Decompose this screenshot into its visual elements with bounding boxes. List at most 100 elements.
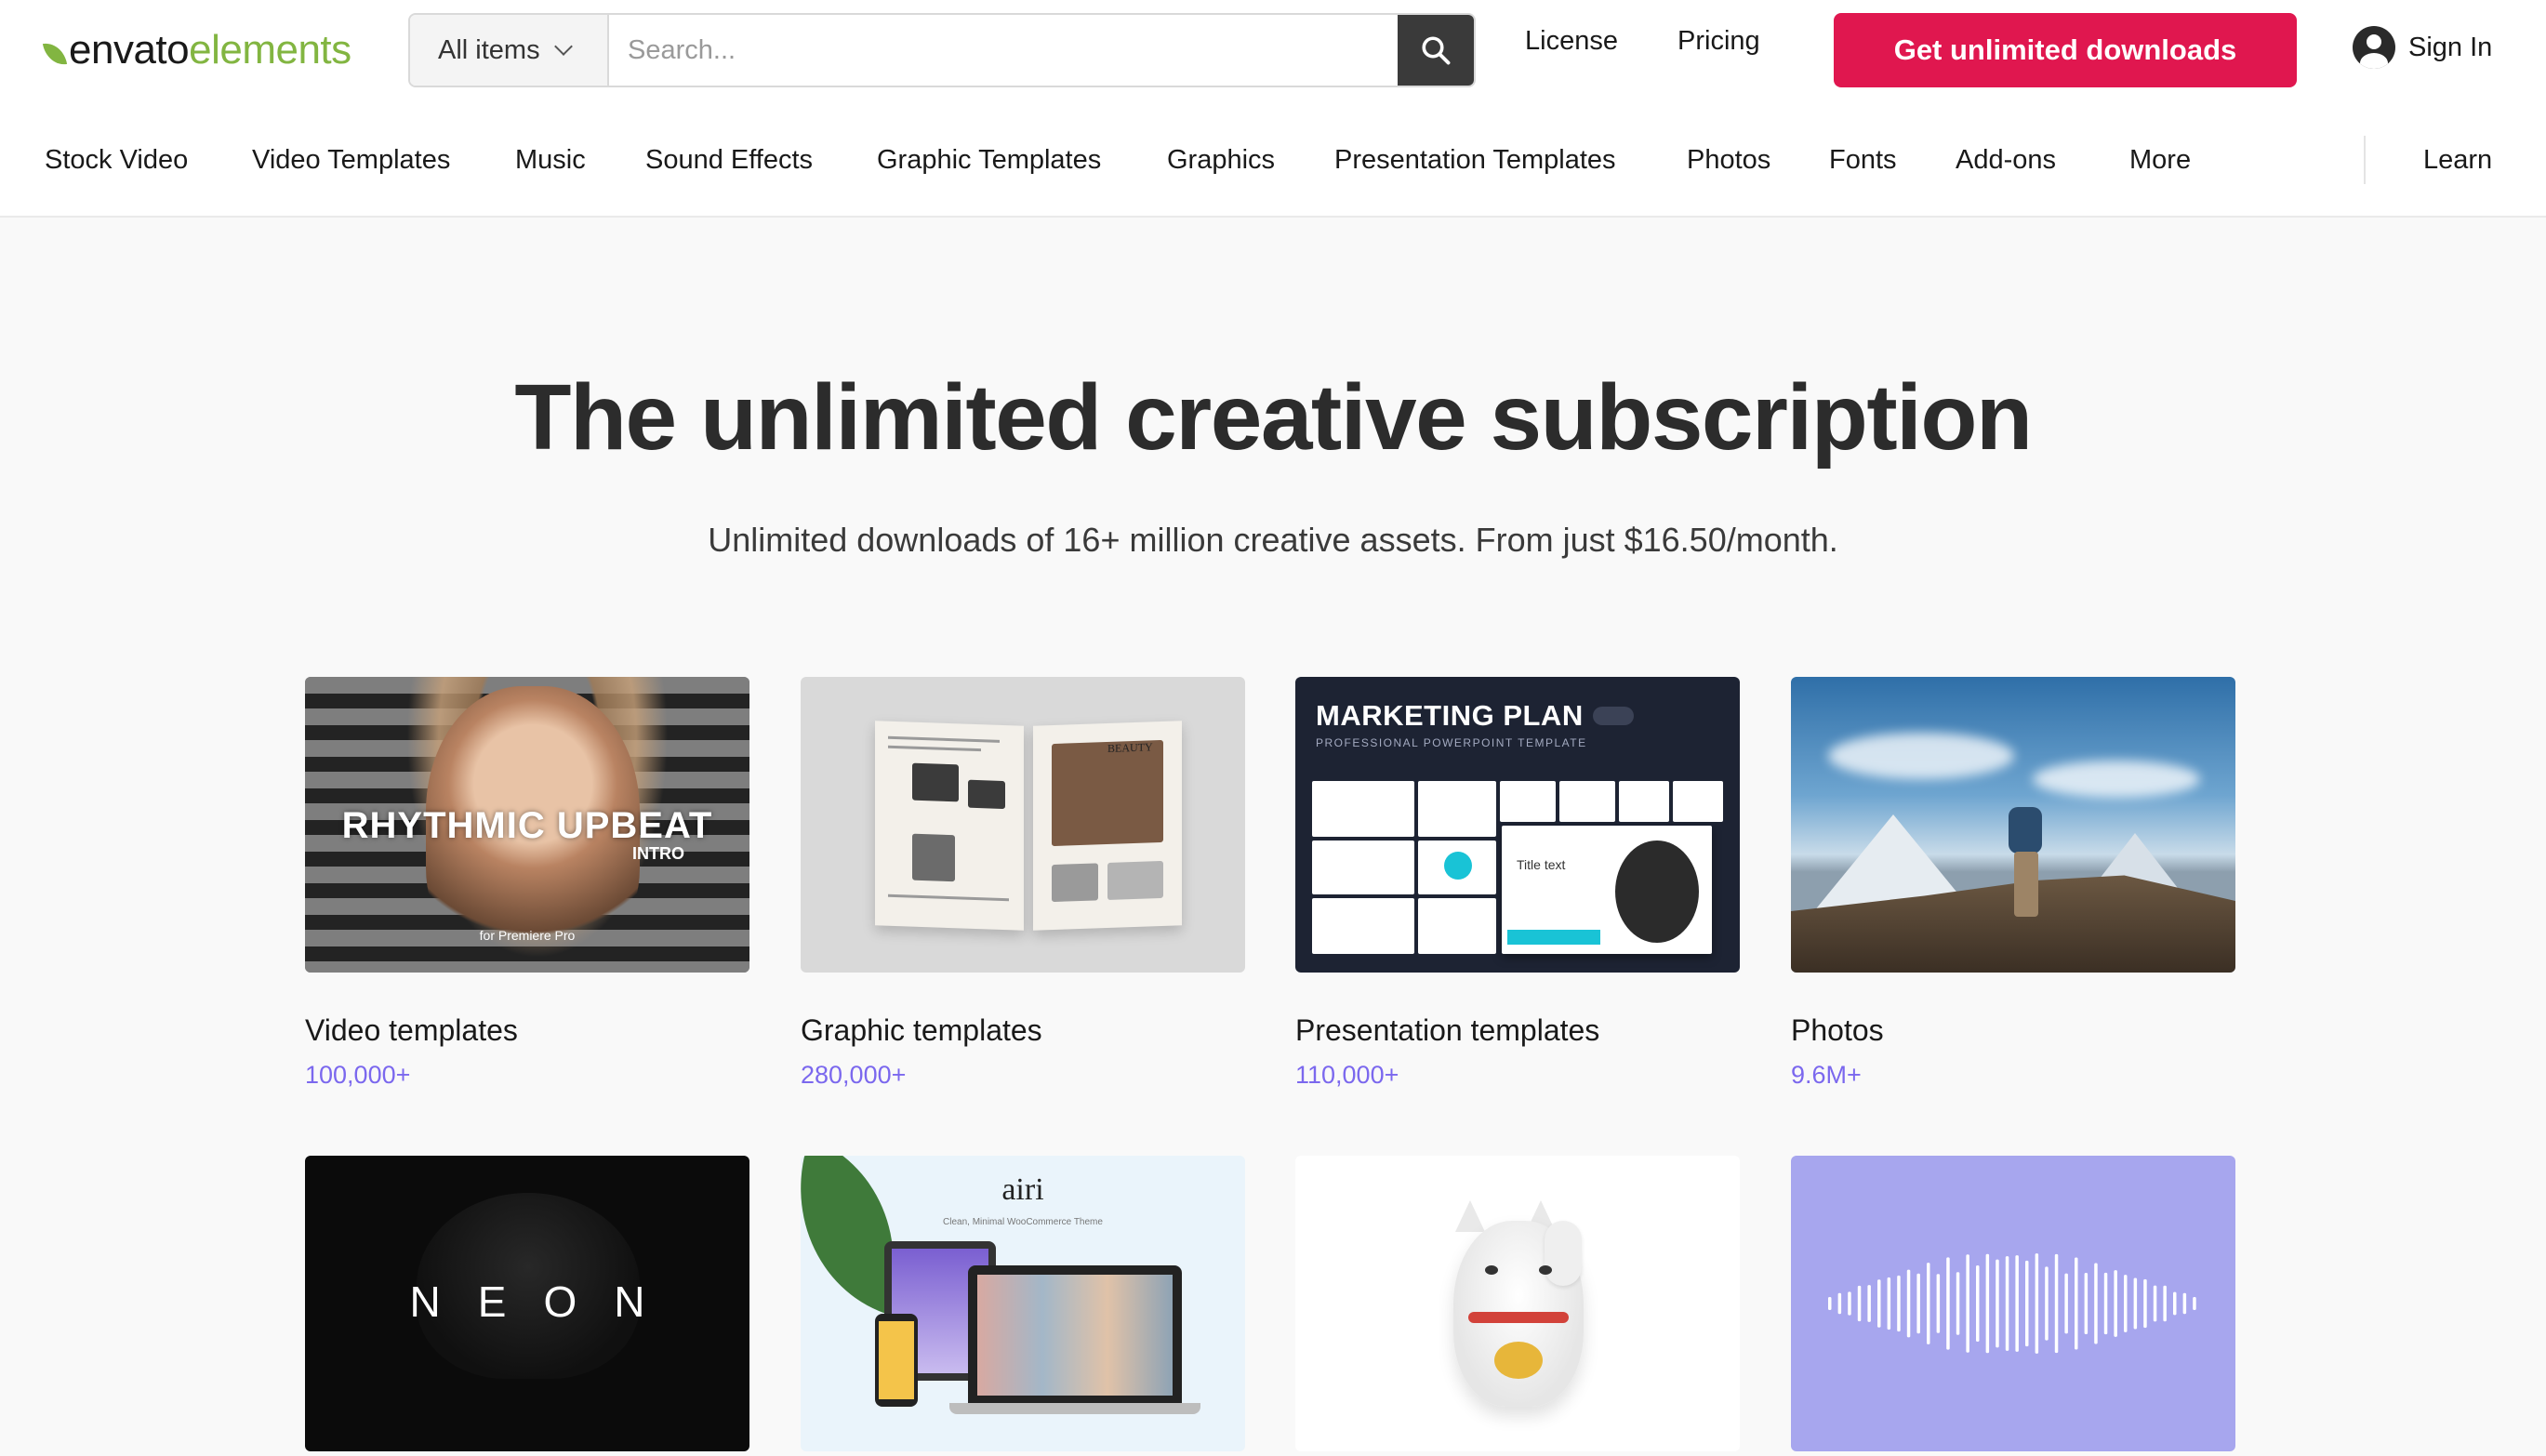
nav-add-ons[interactable]: Add-ons [1956,145,2056,176]
waveform-bar [1946,1257,1950,1350]
waveform-bar [2005,1256,2009,1351]
category-card-photos[interactable]: Photos 9.6M+ [1791,677,2235,1090]
waveform-bar [1956,1272,1960,1335]
card-title[interactable]: Presentation templates [1295,1013,1740,1048]
waveform-bar [2133,1277,2138,1330]
lucky-cat-thumbnail[interactable] [1295,1156,1740,1451]
card-title[interactable]: Photos [1791,1013,2235,1048]
waveform-bar [2114,1270,2117,1337]
pricing-link[interactable]: Pricing [1677,26,1760,57]
waveform-bar [2035,1253,2039,1354]
search-input[interactable] [609,15,1398,86]
nav-video-templates[interactable]: Video Templates [252,145,450,176]
category-card-presentation-templates[interactable]: MARKETING PLAN PROFESSIONAL POWERPOINT T… [1295,677,1740,1090]
neon-thumbnail[interactable]: NEON [305,1156,749,1451]
card-title[interactable]: Graphic templates [801,1013,1245,1048]
cat-coin [1494,1342,1543,1379]
video-templates-thumbnail[interactable]: RHYTHMIC UPBEAT INTRO for Premiere Pro [305,677,749,973]
slide-thumb [1559,781,1615,822]
nav-graphic-templates[interactable]: Graphic Templates [877,145,1101,176]
slide-thumb [1418,898,1496,954]
waveform-bar [1936,1274,1941,1333]
slide-thumb [1500,781,1556,822]
nav-learn[interactable]: Learn [2423,145,2492,176]
category-card-music[interactable] [1791,1156,2235,1451]
waveform-bar [2054,1253,2059,1354]
airi-thumbnail[interactable]: airi Clean, Minimal WooCommerce Theme [801,1156,1245,1451]
cat-ear [1455,1200,1485,1232]
category-nav: Stock Video Video Templates Music Sound … [0,136,2546,188]
magazine-heading: BEAUTY [1107,740,1153,755]
waveform-bar [1976,1264,1980,1343]
nav-stock-video[interactable]: Stock Video [45,145,188,176]
waveform-bar [1857,1285,1862,1322]
sign-in-button[interactable]: Sign In [2353,26,2492,69]
slide-thumb [1673,781,1723,822]
graphic-templates-thumbnail[interactable]: BEAUTY [801,677,1245,973]
nav-presentation-templates[interactable]: Presentation Templates [1334,145,1616,176]
waveform-bar [2045,1266,2049,1341]
text-line [888,735,1000,743]
nav-graphics[interactable]: Graphics [1167,145,1275,176]
backpack-shape [2009,807,2042,854]
search-button[interactable] [1398,15,1474,86]
category-select-value: All items [438,34,540,65]
nav-fonts[interactable]: Fonts [1829,145,1897,176]
license-link[interactable]: License [1525,26,1618,57]
nav-more[interactable]: More [2129,145,2191,176]
hero-subtitle: Unlimited downloads of 16+ million creat… [708,521,1838,559]
envato-elements-logo[interactable]: envato elements [42,27,351,73]
phone-device [875,1314,918,1407]
category-card-fonts[interactable]: NEON [305,1156,749,1451]
image-block [912,762,959,802]
waveform-icon [1828,1253,2196,1354]
card-title[interactable]: Video templates [305,1013,749,1048]
magazine-page-left [875,721,1024,931]
category-card-web-templates[interactable]: airi Clean, Minimal WooCommerce Theme [801,1156,1245,1451]
audio-waveform-thumbnail[interactable] [1791,1156,2235,1451]
waveform-bar [1996,1259,1999,1348]
nav-photos[interactable]: Photos [1687,145,1770,176]
get-unlimited-downloads-button[interactable]: Get unlimited downloads [1834,13,2297,87]
waveform-bar [2143,1278,2147,1329]
hiker-figure [2005,807,2048,919]
chevron-down-icon [553,37,573,56]
photos-thumbnail[interactable] [1791,677,2235,973]
logo-text-envato: envato [69,27,190,73]
slide-thumb [1312,841,1414,894]
waveform-bar [2163,1285,2167,1322]
search-icon [1422,36,1451,65]
cloud-shape [1828,733,2014,779]
slide-thumb [1312,781,1414,837]
version-badge [1593,707,1634,725]
waveform-bar [1906,1269,1911,1338]
category-card-3d[interactable] [1295,1156,1740,1451]
slide-thumb [1619,781,1669,822]
nav-music[interactable]: Music [515,145,586,176]
waveform-bar [1985,1253,1990,1354]
logo-text-elements: elements [189,27,351,73]
card-count: 280,000+ [801,1061,907,1089]
card-count: 100,000+ [305,1061,411,1089]
waveform-bar [2015,1255,2019,1352]
card-count: 110,000+ [1295,1061,1399,1089]
nav-sound-effects[interactable]: Sound Effects [645,145,813,176]
waveform-bar [1916,1273,1920,1334]
category-select[interactable]: All items [410,15,609,86]
category-card-graphic-templates[interactable]: BEAUTY Graphic templates 280,000+ [801,677,1245,1090]
waveform-bar [2193,1297,2196,1310]
cat-paw [1545,1221,1582,1286]
cat-eye [1539,1265,1552,1275]
slide-thumb [1312,898,1414,954]
waveform-bar [1966,1254,1969,1353]
slide-title: Title text [1517,857,1566,872]
laptop-screen [977,1275,1173,1396]
image-block [1052,863,1098,903]
category-card-video-templates[interactable]: RHYTHMIC UPBEAT INTRO for Premiere Pro V… [305,677,749,1090]
thumb-title: airi [1001,1172,1044,1207]
waveform-bar [2025,1260,2029,1347]
image-block [912,833,955,882]
leaf-icon [42,40,68,68]
presentation-templates-thumbnail[interactable]: MARKETING PLAN PROFESSIONAL POWERPOINT T… [1295,677,1740,973]
thumb-caption: for Premiere Pro [479,928,576,943]
